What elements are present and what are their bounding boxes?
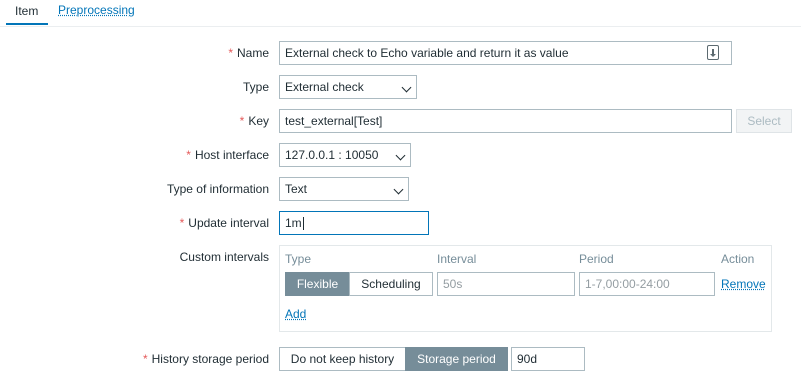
- interval-input[interactable]: 50s: [437, 272, 575, 296]
- storage-period-toggle[interactable]: Storage period: [405, 347, 508, 371]
- update-interval-input[interactable]: 1m: [279, 211, 429, 235]
- remove-interval-link[interactable]: Remove: [721, 277, 766, 291]
- host-interface-select[interactable]: 127.0.0.1 : 10050: [279, 143, 411, 167]
- add-interval-link[interactable]: Add: [285, 307, 306, 321]
- column-header-interval: Interval: [437, 252, 477, 266]
- type-of-information-label: Type of information: [166, 182, 269, 196]
- key-select-button: Select: [736, 109, 792, 133]
- tab-preprocessing[interactable]: Preprocessing: [58, 3, 135, 17]
- tab-bar: Item Preprocessing: [0, 0, 801, 27]
- column-header-type: Type: [285, 252, 312, 266]
- type-select[interactable]: External check: [279, 75, 417, 99]
- update-interval-label: * Update interval: [179, 216, 269, 230]
- do-not-keep-history-toggle[interactable]: Do not keep history: [279, 347, 406, 371]
- key-input[interactable]: test_external[Test]: [279, 109, 732, 133]
- key-label: * Key: [239, 114, 269, 128]
- history-storage-period-label: * History storage period: [142, 352, 269, 366]
- chevron-down-icon: [395, 150, 406, 161]
- scheduling-toggle[interactable]: Scheduling: [349, 272, 433, 296]
- text-cursor: [302, 217, 304, 231]
- name-label: * Name: [228, 46, 269, 60]
- chevron-down-icon: [393, 184, 404, 195]
- chevron-down-icon: [401, 82, 412, 93]
- expand-textarea-icon[interactable]: [707, 45, 719, 60]
- column-header-period: Period: [579, 252, 614, 266]
- name-input[interactable]: External check to Echo variable and retu…: [279, 41, 732, 65]
- type-of-information-select[interactable]: Text: [279, 177, 409, 201]
- flexible-toggle[interactable]: Flexible: [285, 272, 350, 296]
- tab-item[interactable]: Item: [15, 3, 38, 19]
- host-interface-label: * Host interface: [186, 148, 269, 162]
- active-tab-indicator: [6, 23, 48, 25]
- custom-intervals-label: Custom intervals: [179, 250, 269, 264]
- history-period-input[interactable]: 90d: [511, 347, 585, 371]
- period-input[interactable]: 1-7,00:00-24:00: [579, 272, 715, 296]
- column-header-action: Action: [721, 252, 755, 266]
- type-label: Type: [242, 80, 269, 94]
